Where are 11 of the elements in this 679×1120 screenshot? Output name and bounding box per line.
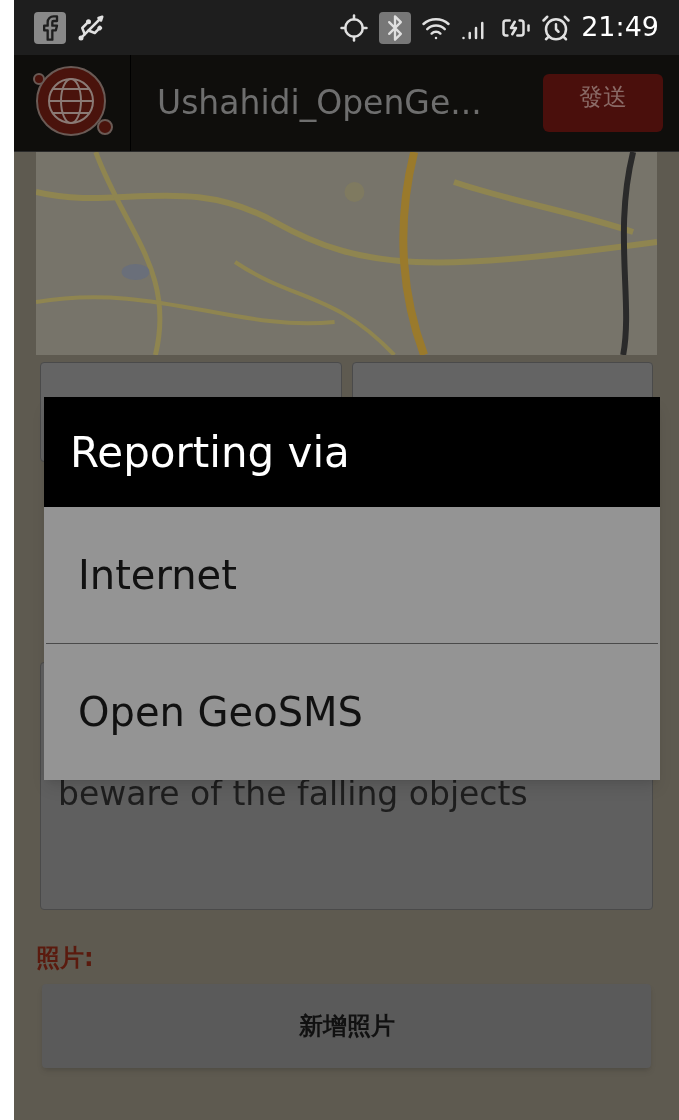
dialog-title: Reporting via: [70, 426, 350, 479]
add-photo-button[interactable]: 新增照片: [42, 984, 651, 1068]
send-button[interactable]: 發送: [543, 74, 663, 132]
clock-time: 21:49: [581, 10, 659, 45]
bluetooth-icon: [379, 11, 412, 44]
facebook-icon: [34, 11, 66, 44]
dialog-option[interactable]: Internet: [44, 507, 660, 643]
photo-label: 照片:: [36, 943, 94, 974]
app-title: Ushahidi_OpenGe...: [157, 82, 482, 125]
crosshair-icon: [339, 12, 370, 43]
alarm-icon: [541, 12, 572, 43]
